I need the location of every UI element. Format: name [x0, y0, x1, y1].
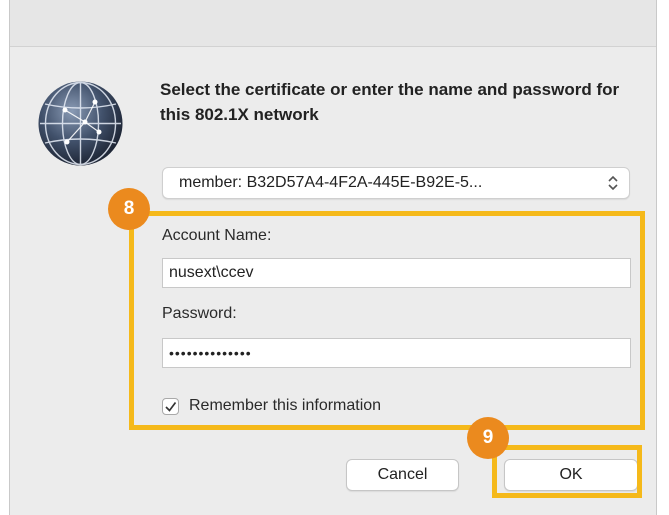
cancel-button[interactable]: Cancel: [346, 459, 459, 491]
certificate-select-value: member: B32D57A4-4F2A-445E-B92E-5...: [179, 174, 483, 191]
step-8-badge: 8: [108, 188, 150, 230]
dialog-heading: Select the certificate or enter the name…: [160, 80, 620, 124]
globe-network-icon: [38, 81, 123, 166]
step-9-badge: 9: [467, 417, 509, 459]
chevron-updown-icon: [608, 175, 618, 191]
ok-highlight-box: [492, 445, 642, 498]
window-titlebar: [10, 0, 656, 47]
certificate-select[interactable]: member: B32D57A4-4F2A-445E-B92E-5...: [162, 167, 630, 199]
credentials-highlight-box: [129, 211, 645, 430]
